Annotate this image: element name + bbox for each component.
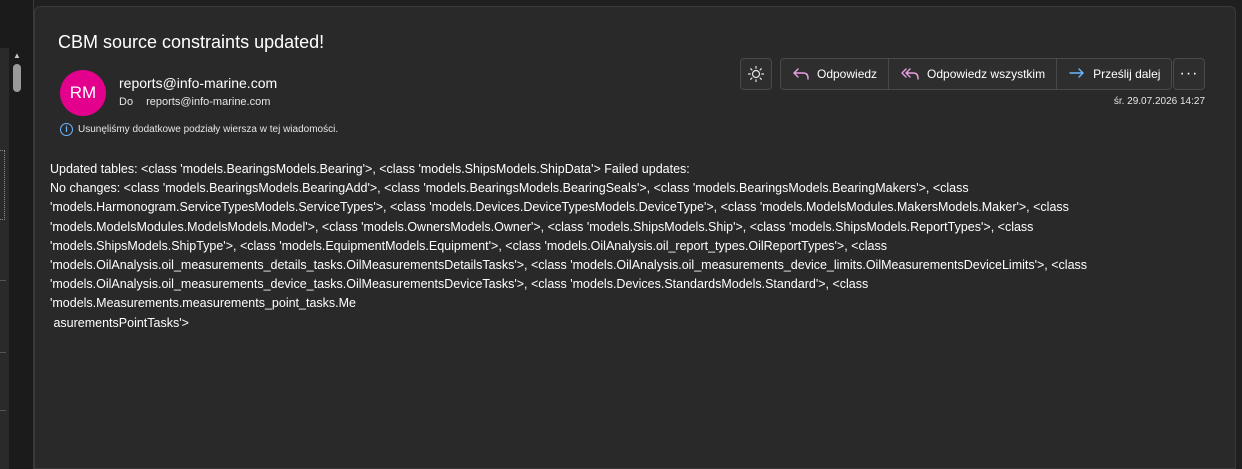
scroll-thumb[interactable]	[13, 64, 21, 92]
sender-avatar[interactable]: RM	[60, 70, 106, 116]
body-line: 'models.OilAnalysis.oil_measurements_det…	[50, 258, 1088, 273]
message-list-scrollbar[interactable]: ▲	[11, 50, 23, 469]
body-line: No changes: <class 'models.BearingsModel…	[50, 181, 969, 196]
message-list-selection-outline	[0, 150, 5, 220]
avatar-initials: RM	[69, 83, 97, 102]
body-line: asurementsPointTasks'>	[50, 315, 189, 330]
body-line: 'models.Measurements.measurements_point_…	[50, 296, 356, 311]
body-line: 'models.ModelsModules.ModelsModels.Model…	[50, 219, 1034, 234]
list-divider	[0, 410, 6, 411]
theme-toggle-button[interactable]	[740, 58, 772, 90]
reply-all-icon	[901, 68, 919, 80]
body-line: 'models.OilAnalysis.oil_measurements_dev…	[50, 277, 869, 292]
more-actions-button[interactable]: ···	[1173, 58, 1205, 90]
forward-label: Prześlij dalej	[1093, 67, 1161, 81]
message-subject: CBM source constraints updated!	[58, 32, 325, 52]
to-label: Do	[119, 96, 134, 108]
list-divider	[0, 352, 6, 353]
message-date: śr. 29.07.2026 14:27	[1113, 96, 1205, 107]
reading-pane: CBM source constraints updated! RM repor…	[34, 6, 1236, 469]
list-divider	[0, 280, 6, 281]
reply-button[interactable]: Odpowiedz	[781, 59, 890, 89]
message-list-edge	[0, 48, 9, 469]
reply-all-label: Odpowiedz wszystkim	[927, 67, 1046, 81]
forward-icon	[1069, 68, 1084, 78]
line-breaks-info-bar: i Usunęliśmy dodatkowe podziały wiersza …	[60, 123, 338, 136]
message-body: Updated tables: <class 'models.BearingsM…	[50, 160, 1190, 333]
body-line: Updated tables: <class 'models.BearingsM…	[50, 162, 690, 176]
info-icon: i	[60, 123, 73, 136]
scroll-up-arrow-icon[interactable]: ▲	[13, 52, 21, 60]
info-text[interactable]: Usunęliśmy dodatkowe podziały wiersza w …	[78, 124, 338, 135]
message-list-pane: ▲	[0, 0, 34, 469]
reply-all-button[interactable]: Odpowiedz wszystkim	[889, 59, 1058, 89]
body-line: 'models.Harmonogram.ServiceTypesModels.S…	[50, 200, 1069, 215]
message-action-group: Odpowiedz Odpowiedz wszystkim Prześlij d…	[780, 58, 1173, 90]
sun-icon	[747, 65, 765, 83]
body-line: 'models.ShipsModels.ShipType'>, <class '…	[50, 238, 887, 253]
reply-icon	[793, 68, 809, 80]
more-icon: ···	[1179, 65, 1199, 82]
reply-label: Odpowiedz	[817, 67, 878, 81]
recipient-line: Do reports@info-marine.com	[119, 96, 270, 108]
sender-address[interactable]: reports@info-marine.com	[119, 75, 277, 91]
recipient-address[interactable]: reports@info-marine.com	[146, 96, 270, 108]
forward-button[interactable]: Prześlij dalej	[1057, 59, 1171, 89]
